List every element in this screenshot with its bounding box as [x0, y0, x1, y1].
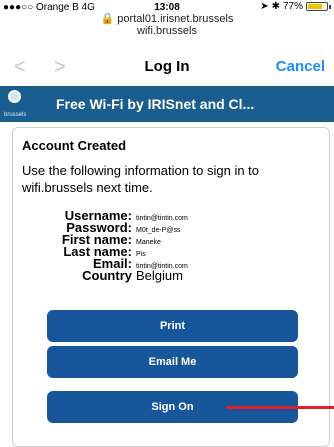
- email-row: Email: tintin@tintin.com: [13, 256, 331, 271]
- print-button[interactable]: Print: [47, 310, 298, 342]
- email-me-button[interactable]: Email Me: [47, 346, 298, 378]
- username-value: tintin@tintin.com: [136, 215, 188, 222]
- lock-icon: 🔒: [100, 13, 115, 25]
- annotation-arrow: [226, 406, 334, 409]
- bluetooth-icon: ✱: [271, 1, 280, 12]
- cancel-button[interactable]: Cancel: [276, 55, 325, 79]
- portal-banner: brussels Free Wi-Fi by IRISnet and Cl...: [0, 86, 334, 122]
- battery-icon: [306, 2, 328, 11]
- country-value: Belgium: [136, 268, 183, 283]
- card-heading: Account Created: [22, 138, 127, 153]
- banner-title: Free Wi-Fi by IRISnet and Cl...: [56, 96, 255, 112]
- battery-percent: 77%: [282, 1, 303, 12]
- url-subtitle: wifi.brussels: [137, 25, 197, 37]
- username-row: Username: tintin@tintin.com: [13, 208, 331, 223]
- globe-icon: [8, 90, 21, 103]
- logo-text: brussels: [4, 112, 27, 118]
- battery-fill: [308, 4, 322, 9]
- firstname-value: Maneke: [136, 239, 161, 246]
- country-row: Country Belgium: [13, 268, 331, 284]
- account-card: Account Created Use the following inform…: [12, 127, 330, 447]
- card-description: Use the following information to sign in…: [22, 163, 260, 195]
- lastname-value: Pis: [136, 251, 146, 258]
- password-value: M0t_de-P@ss: [136, 227, 181, 234]
- address-bar[interactable]: 🔒 portal01.irisnet.brussels wifi.brussel…: [0, 13, 334, 37]
- country-label: Country: [82, 268, 132, 283]
- url-host: portal01.irisnet.brussels: [117, 13, 234, 25]
- account-info: Username: tintin@tintin.com Password: M0…: [13, 208, 331, 284]
- status-bar: ●●●○○ Orange B 4G 13:08 ➤ ✱ 77%: [0, 0, 334, 14]
- location-icon: ➤: [260, 1, 269, 12]
- nav-bar: < > Log In Cancel: [0, 55, 334, 79]
- status-right: ➤ ✱ 77%: [260, 1, 331, 12]
- battery-tip: [329, 4, 331, 9]
- lastname-row: Last name: Pis: [13, 244, 331, 259]
- brussels-logo: brussels: [0, 86, 56, 122]
